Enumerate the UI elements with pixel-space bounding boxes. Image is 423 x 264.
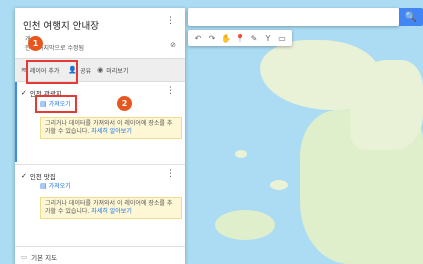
marker-icon[interactable]: 📍 [234,32,246,44]
map-search-input[interactable] [188,8,399,26]
map-title[interactable]: 인천 여행지 안내장 [23,18,99,32]
import-link[interactable]: ▤ 가져오기 [40,181,71,191]
base-map-label: 기본 지도 [31,254,58,262]
sharing-status-icon[interactable]: ⊘ [170,41,176,49]
highlight-box-import [35,95,77,113]
highlight-box-add-layer [26,60,78,84]
search-icon: 🔍 [404,11,418,23]
undo-icon[interactable]: ↶ [192,32,204,44]
preview-button[interactable]: ◉ 미리보기 [97,66,128,75]
empty-layer-note: 그리거나 데이터를 가져와서 이 레이어에 장소를 추가할 수 있습니다. 자세… [40,117,182,139]
search-button[interactable]: 🔍 [399,8,423,26]
ruler-icon[interactable]: ▭ [276,32,288,44]
layer-name[interactable]: 인천 맛집 [30,171,56,181]
share-label: 공유 [80,67,92,75]
learn-more-link[interactable]: 자세히 알아보기 [91,208,132,215]
route-icon[interactable]: Y [262,32,274,44]
layer-item: ✓ 인천 관광지 ⋮ ▤ 가져오기 그리거나 데이터를 가져와서 이 레이어에 … [15,82,185,162]
layer-options-icon[interactable]: ⋮ [166,86,175,96]
layer-divider [15,246,185,247]
hand-icon[interactable]: ✋ [220,32,232,44]
checkbox-icon[interactable]: ✓ [21,172,27,180]
layer-divider [15,164,185,165]
layer-toggle[interactable]: ✓ 인천 맛집 [21,171,56,181]
draw-line-icon[interactable]: ✎ [248,32,260,44]
base-map-toggle[interactable]: ▭ 기본 지도 [21,252,57,262]
empty-layer-note: 그리거나 데이터를 가져와서 이 레이어에 장소를 추가할 수 있습니다. 자세… [40,197,182,219]
map-toolbar: ↶ ↷ ✋ 📍 ✎ Y ▭ [188,30,292,46]
layer-item: ✓ 인천 맛집 ⋮ ▤ 가져오기 그리거나 데이터를 가져와서 이 레이어에 장… [15,166,185,246]
step-badge-two: 2 [117,96,132,111]
redo-icon[interactable]: ↷ [206,32,218,44]
map-options-menu-icon[interactable]: ⋮ [166,16,175,26]
learn-more-link[interactable]: 자세히 알아보기 [91,128,132,135]
eye-icon: ◉ [97,66,104,74]
step-badge-one: 1 [28,36,43,51]
preview-label: 미리보기 [106,67,129,75]
checkbox-icon[interactable]: ✓ [21,89,27,97]
layer-options-icon[interactable]: ⋮ [166,169,175,179]
import-label: 가져오기 [48,183,71,190]
file-icon: ▤ [40,181,47,190]
expand-arrow-icon: ▭ [21,253,28,261]
